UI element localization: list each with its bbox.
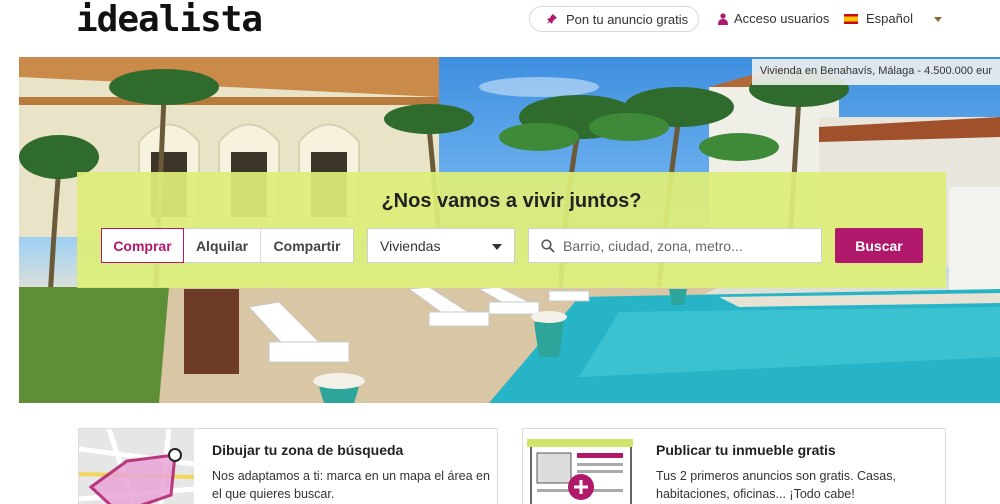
tab-alquilar[interactable]: Alquilar — [184, 229, 261, 262]
publish-listing-icon — [523, 429, 638, 504]
search-input[interactable] — [563, 237, 813, 254]
language-label: Español — [866, 11, 913, 26]
tab-compartir[interactable]: Compartir — [261, 229, 353, 262]
card-title: Dibujar tu zona de búsqueda — [212, 442, 404, 458]
pin-icon — [546, 13, 558, 25]
hero-caption[interactable]: Vivienda en Benahavís, Málaga - 4.500.00… — [751, 59, 1000, 85]
publish-ad-button[interactable]: Pon tu anuncio gratis — [529, 6, 699, 32]
operation-tabs: Comprar Alquilar Compartir — [101, 228, 354, 263]
property-type-value: Viviendas — [380, 237, 441, 254]
draw-area-card[interactable]: Dibujar tu zona de búsqueda Nos adaptamo… — [78, 428, 498, 504]
search-panel: ¿Nos vamos a vivir juntos? Comprar Alqui… — [77, 172, 946, 288]
chevron-down-icon[interactable] — [934, 17, 942, 22]
site-header: idealista Pon tu anuncio gratis Acceso u… — [0, 0, 1000, 56]
login-label: Acceso usuarios — [734, 11, 830, 26]
property-type-select[interactable]: Viviendas — [367, 228, 515, 263]
card-text: Nos adaptamos a ti: marca en un mapa el … — [212, 469, 490, 501]
search-button[interactable]: Buscar — [835, 228, 923, 263]
search-title: ¿Nos vamos a vivir juntos? — [381, 190, 642, 212]
card-title: Publicar tu inmueble gratis — [656, 442, 836, 458]
dropdown-arrow-icon — [492, 244, 502, 250]
location-search-field[interactable] — [528, 228, 822, 263]
language-selector[interactable]: Español — [844, 11, 944, 26]
login-link[interactable]: Acceso usuarios — [718, 11, 829, 26]
user-icon — [718, 12, 728, 25]
tab-comprar[interactable]: Comprar — [101, 228, 184, 263]
publish-ad-label: Pon tu anuncio gratis — [566, 11, 689, 27]
logo[interactable]: idealista — [76, 2, 263, 38]
search-icon — [541, 238, 555, 253]
spain-flag-icon — [844, 13, 858, 24]
map-draw-icon — [79, 429, 194, 504]
card-text: Tus 2 primeros anuncios son gratis. Casa… — [656, 469, 896, 501]
publish-listing-card[interactable]: Publicar tu inmueble gratis Tus 2 primer… — [522, 428, 946, 504]
